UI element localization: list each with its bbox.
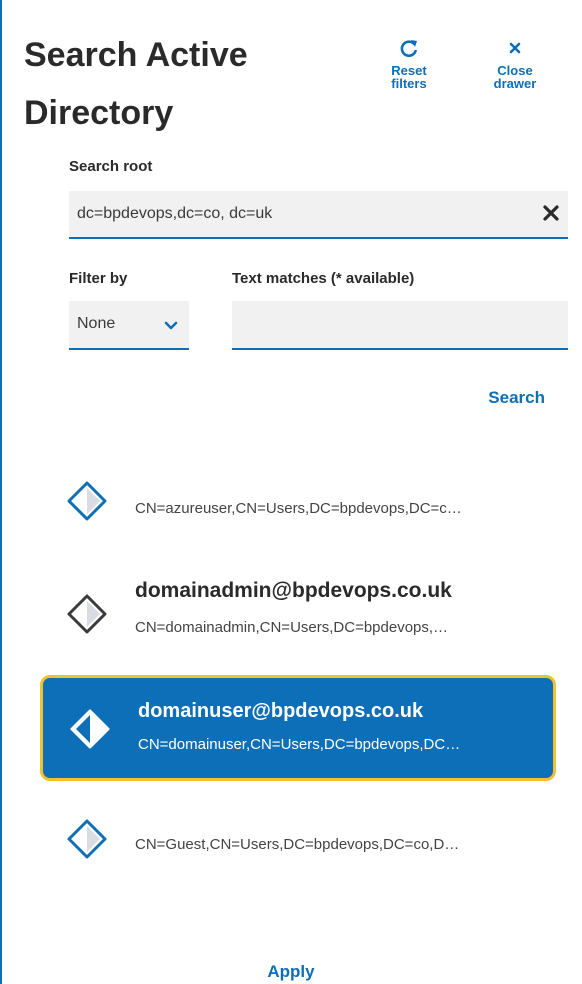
clear-x-icon — [543, 205, 559, 221]
result-dn: CN=Guest,CN=Users,DC=bpdevops,DC=co,D… — [135, 836, 460, 853]
close-drawer-button[interactable]: Close drawer — [480, 38, 550, 90]
title-line-1: Search Active — [24, 36, 248, 74]
search-root-input[interactable]: dc=bpdevops,dc=co, dc=uk — [69, 191, 568, 239]
clear-search-root-button[interactable] — [542, 204, 560, 227]
chevron-down-icon — [164, 318, 178, 336]
filter-selected-value: None — [77, 315, 116, 332]
result-dn: CN=domainuser,CN=Users,DC=bpdevops,DC… — [138, 736, 461, 753]
result-dn: CN=azureuser,CN=Users,DC=bpdevops,DC=c… — [135, 500, 462, 517]
search-ad-drawer: Search Active Directory Reset filters Cl… — [0, 0, 578, 984]
close-label-2: drawer — [493, 76, 537, 91]
result-item[interactable]: CN=azureuser,CN=Users,DC=bpdevops,DC=c… — [40, 470, 556, 550]
reset-label-2: filters — [391, 76, 427, 91]
result-name: domainadmin@bpdevops.co.uk — [135, 579, 452, 602]
reset-filters-button[interactable]: Reset filters — [374, 38, 444, 90]
text-matches-label: Text matches (* available) — [232, 270, 415, 287]
result-name: domainuser@bpdevops.co.uk — [138, 700, 424, 722]
user-diamond-icon — [69, 708, 111, 755]
text-matches-input[interactable] — [232, 301, 568, 350]
drawer-title: Search Active Directory — [24, 26, 344, 142]
search-root-value: dc=bpdevops,dc=co, dc=uk — [77, 205, 273, 222]
title-line-2: Directory — [24, 94, 174, 132]
refresh-icon — [400, 40, 418, 57]
close-icon — [509, 42, 521, 54]
user-diamond-icon — [66, 480, 108, 527]
result-item-selected[interactable]: domainuser@bpdevops.co.uk CN=domainuser,… — [40, 675, 556, 781]
user-diamond-icon — [66, 593, 108, 640]
result-item[interactable]: domainadmin@bpdevops.co.uk CN=domainadmi… — [40, 565, 556, 665]
user-diamond-icon — [66, 818, 108, 865]
search-root-label: Search root — [69, 158, 153, 175]
apply-button[interactable]: Apply — [2, 962, 580, 982]
filter-by-select[interactable]: None — [69, 301, 189, 350]
filter-by-label: Filter by — [69, 270, 128, 287]
search-button[interactable]: Search — [488, 388, 545, 408]
result-item[interactable]: CN=Guest,CN=Users,DC=bpdevops,DC=co,D… — [40, 800, 556, 890]
result-dn: CN=domainadmin,CN=Users,DC=bpdevops,… — [135, 619, 449, 636]
